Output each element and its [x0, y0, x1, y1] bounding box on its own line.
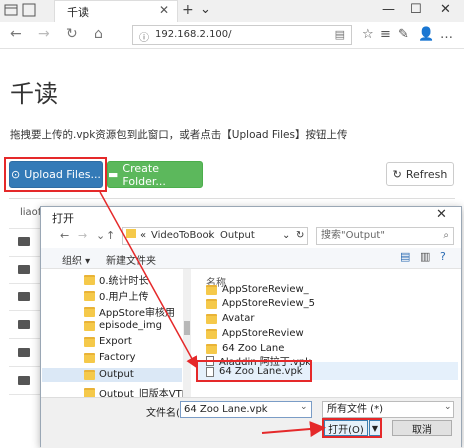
annotation-arrows — [99, 191, 326, 437]
arrow-to-file — [99, 191, 198, 369]
arrow-to-open — [261, 421, 326, 437]
